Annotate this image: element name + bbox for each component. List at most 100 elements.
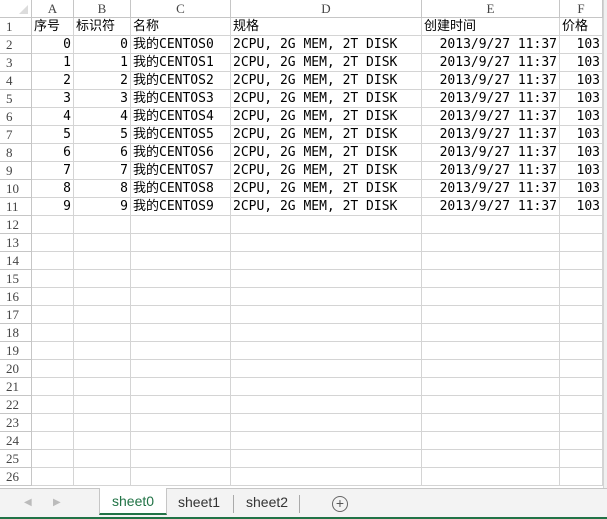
- cell[interactable]: [422, 432, 560, 450]
- cell[interactable]: 6: [74, 144, 131, 162]
- cell[interactable]: 2CPU, 2G MEM, 2T DISK: [231, 36, 422, 54]
- cell[interactable]: [231, 432, 422, 450]
- row-header[interactable]: 15: [0, 270, 32, 288]
- cell[interactable]: [131, 396, 231, 414]
- row-header[interactable]: 4: [0, 72, 32, 90]
- cell[interactable]: [560, 396, 603, 414]
- tab-sheet0[interactable]: sheet0: [99, 488, 168, 515]
- cell[interactable]: [231, 450, 422, 468]
- cell[interactable]: 2CPU, 2G MEM, 2T DISK: [231, 90, 422, 108]
- cell[interactable]: [560, 288, 603, 306]
- row-header[interactable]: 24: [0, 432, 32, 450]
- column-header-f[interactable]: F: [560, 0, 603, 18]
- cell[interactable]: [32, 468, 74, 486]
- cell[interactable]: [231, 378, 422, 396]
- cell[interactable]: [560, 468, 603, 486]
- cell[interactable]: [422, 342, 560, 360]
- cell[interactable]: [131, 414, 231, 432]
- row-header[interactable]: 23: [0, 414, 32, 432]
- cell[interactable]: [560, 414, 603, 432]
- cell[interactable]: 9: [32, 198, 74, 216]
- cell[interactable]: 103: [560, 90, 603, 108]
- cell[interactable]: 2CPU, 2G MEM, 2T DISK: [231, 126, 422, 144]
- cell[interactable]: 2CPU, 2G MEM, 2T DISK: [231, 72, 422, 90]
- cell[interactable]: [32, 342, 74, 360]
- cell[interactable]: 5: [74, 126, 131, 144]
- cell[interactable]: [560, 432, 603, 450]
- cell[interactable]: [74, 342, 131, 360]
- cell[interactable]: 103: [560, 36, 603, 54]
- cell[interactable]: 2: [74, 72, 131, 90]
- cell[interactable]: [74, 396, 131, 414]
- row-header[interactable]: 18: [0, 324, 32, 342]
- cell[interactable]: [131, 324, 231, 342]
- row-header[interactable]: 16: [0, 288, 32, 306]
- cell[interactable]: [32, 288, 74, 306]
- cell[interactable]: 1: [74, 54, 131, 72]
- cell[interactable]: [560, 360, 603, 378]
- cell[interactable]: 0: [74, 36, 131, 54]
- cell[interactable]: 创建时间: [422, 18, 560, 36]
- cell[interactable]: [422, 360, 560, 378]
- cell[interactable]: [560, 306, 603, 324]
- cell[interactable]: [422, 414, 560, 432]
- cell[interactable]: [131, 288, 231, 306]
- cell[interactable]: [422, 324, 560, 342]
- cell[interactable]: 2: [32, 72, 74, 90]
- cell[interactable]: [560, 342, 603, 360]
- cell[interactable]: 7: [74, 162, 131, 180]
- cell[interactable]: [74, 234, 131, 252]
- row-header[interactable]: 13: [0, 234, 32, 252]
- row-header[interactable]: 25: [0, 450, 32, 468]
- cell[interactable]: [74, 450, 131, 468]
- cell[interactable]: [131, 252, 231, 270]
- cell[interactable]: 8: [32, 180, 74, 198]
- cell[interactable]: 名称: [131, 18, 231, 36]
- cell[interactable]: [74, 378, 131, 396]
- row-header[interactable]: 9: [0, 162, 32, 180]
- cell[interactable]: [131, 342, 231, 360]
- cell[interactable]: [32, 432, 74, 450]
- cell[interactable]: [560, 234, 603, 252]
- cell[interactable]: [131, 450, 231, 468]
- cell[interactable]: 2013/9/27 11:37: [422, 36, 560, 54]
- cell[interactable]: 2CPU, 2G MEM, 2T DISK: [231, 54, 422, 72]
- cell[interactable]: [422, 378, 560, 396]
- cell[interactable]: [32, 234, 74, 252]
- cell[interactable]: [74, 252, 131, 270]
- cell[interactable]: 9: [74, 198, 131, 216]
- cell[interactable]: [560, 216, 603, 234]
- cell[interactable]: [560, 252, 603, 270]
- cell[interactable]: [231, 396, 422, 414]
- row-header[interactable]: 2: [0, 36, 32, 54]
- select-all-corner[interactable]: [0, 0, 32, 18]
- row-header[interactable]: 8: [0, 144, 32, 162]
- cell[interactable]: 我的CENTOS0: [131, 36, 231, 54]
- column-header-d[interactable]: D: [231, 0, 422, 18]
- cell[interactable]: [422, 306, 560, 324]
- cell[interactable]: [74, 324, 131, 342]
- cell[interactable]: [422, 270, 560, 288]
- row-header[interactable]: 10: [0, 180, 32, 198]
- cell[interactable]: [231, 306, 422, 324]
- cell[interactable]: 103: [560, 180, 603, 198]
- cell[interactable]: 2CPU, 2G MEM, 2T DISK: [231, 180, 422, 198]
- cell[interactable]: [74, 414, 131, 432]
- cell[interactable]: 8: [74, 180, 131, 198]
- cell[interactable]: [422, 288, 560, 306]
- cell[interactable]: 2013/9/27 11:37: [422, 144, 560, 162]
- cell[interactable]: [560, 378, 603, 396]
- row-header[interactable]: 6: [0, 108, 32, 126]
- row-header[interactable]: 12: [0, 216, 32, 234]
- scroll-left-icon[interactable]: ◀: [24, 497, 32, 508]
- cell[interactable]: 我的CENTOS5: [131, 126, 231, 144]
- cell[interactable]: 我的CENTOS1: [131, 54, 231, 72]
- cell[interactable]: 我的CENTOS6: [131, 144, 231, 162]
- cell[interactable]: [231, 216, 422, 234]
- row-header[interactable]: 14: [0, 252, 32, 270]
- cell[interactable]: [231, 324, 422, 342]
- cell[interactable]: [231, 270, 422, 288]
- row-header[interactable]: 21: [0, 378, 32, 396]
- cell[interactable]: [32, 252, 74, 270]
- cell[interactable]: [32, 450, 74, 468]
